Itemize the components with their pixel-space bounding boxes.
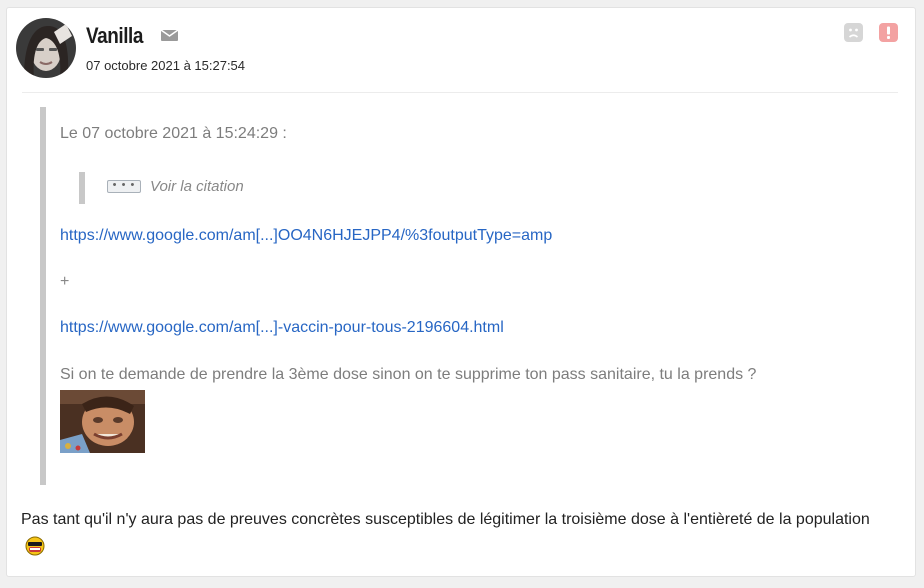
post-date[interactable]: 07 octobre 2021 à 15:27:54	[86, 58, 245, 73]
forum-post: Vanilla 07 octobre 2021 à 15:27:54 Le 07…	[6, 7, 916, 577]
quote-separator: +	[60, 273, 70, 290]
quote-link-1[interactable]: https://www.google.com/am[...]OO4N6HJEJP…	[60, 227, 552, 245]
quote-question: Si on te demande de prendre la 3ème dose…	[60, 366, 757, 383]
show-quote-label[interactable]: Voir la citation	[150, 178, 244, 195]
alert-icon[interactable]	[879, 23, 898, 42]
avatar-icon	[16, 18, 76, 78]
nested-quote-bar	[79, 172, 85, 204]
show-quote-button[interactable]: • • •	[107, 180, 141, 193]
blockquote: Le 07 octobre 2021 à 15:24:29 : • • • Vo…	[40, 107, 880, 485]
reply-body: Pas tant qu'il n'y aura pas de preuves c…	[21, 511, 870, 528]
mail-icon[interactable]	[160, 27, 180, 43]
sticker-image[interactable]	[60, 390, 145, 453]
avatar[interactable]	[16, 18, 76, 78]
quote-link-2[interactable]: https://www.google.com/am[...]-vaccin-po…	[60, 319, 504, 337]
reply-text: Pas tant qu'il n'y aura pas de preuves c…	[21, 505, 891, 563]
sad-face-icon[interactable]	[844, 23, 863, 42]
author-pseudo[interactable]: Vanilla	[86, 23, 143, 49]
quote-header: Le 07 octobre 2021 à 15:24:29 :	[60, 125, 287, 142]
header-divider	[22, 92, 898, 93]
sunglasses-smiley-icon	[25, 536, 45, 556]
